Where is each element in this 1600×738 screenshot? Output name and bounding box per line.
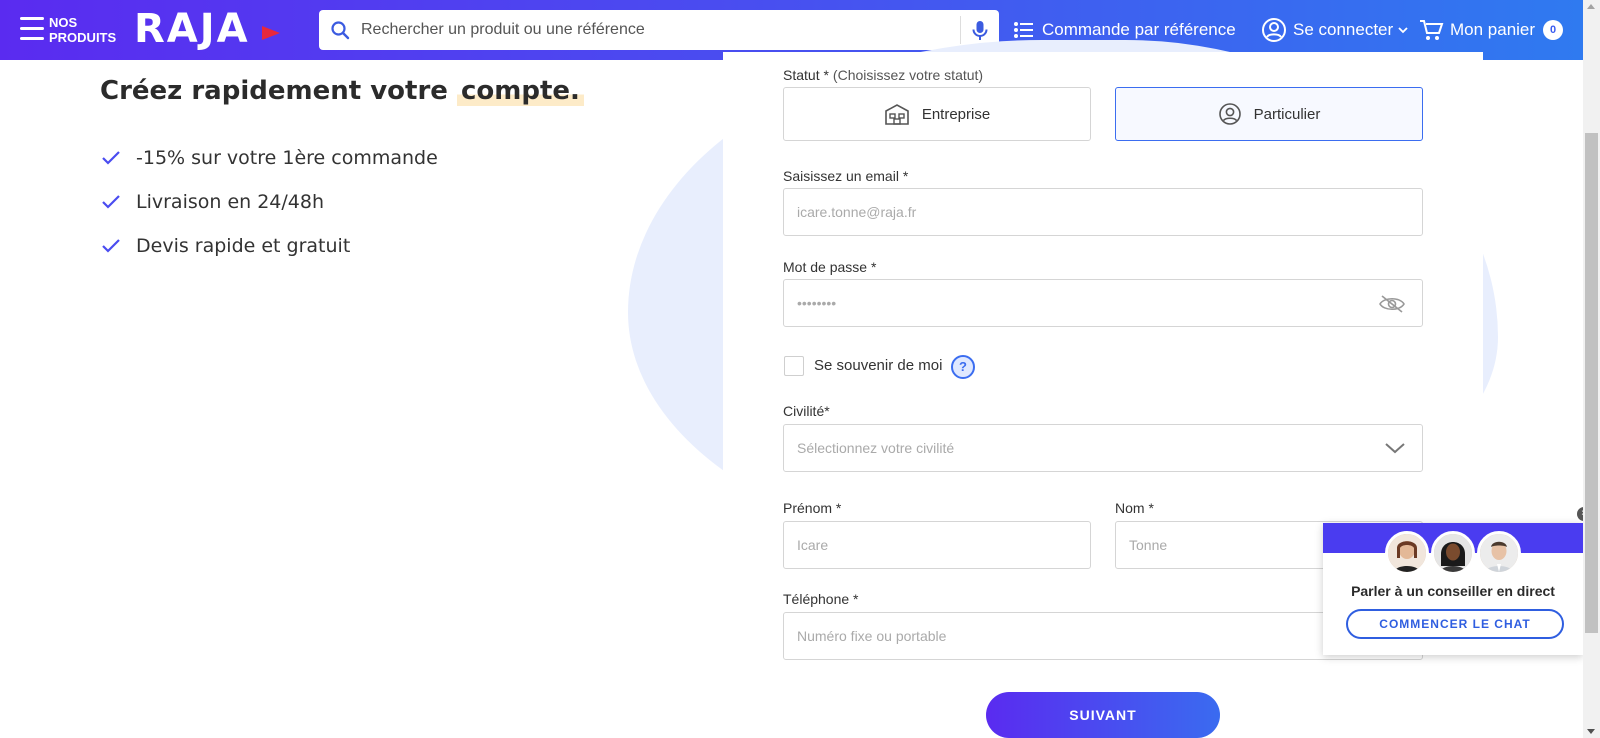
- email-field[interactable]: [784, 189, 1422, 235]
- password-field[interactable]: [784, 280, 1422, 326]
- logo-flag-icon: [262, 26, 280, 40]
- nos-produits-menu[interactable]: NOS PRODUITS: [49, 15, 116, 45]
- cart-icon: [1420, 20, 1444, 40]
- cart-count-badge: 0: [1543, 20, 1564, 40]
- search-divider: [960, 16, 961, 44]
- firstname-label: Prénom *: [783, 500, 842, 516]
- start-chat-button[interactable]: COMMENCER LE CHAT: [1346, 609, 1564, 639]
- chat-title: Parler à un conseiller en direct: [1351, 583, 1555, 599]
- firstname-field-wrapper: [783, 521, 1091, 569]
- search-input[interactable]: [361, 10, 941, 50]
- cart-label: Mon panier: [1450, 20, 1536, 39]
- lastname-label: Nom *: [1115, 500, 1154, 516]
- se-connecter-link[interactable]: Se connecter: [1261, 0, 1409, 60]
- status-particulier-button[interactable]: Particulier: [1115, 87, 1423, 141]
- benefits-list: -15% sur votre 1ère commande Livraison e…: [100, 136, 438, 268]
- check-icon: [102, 239, 120, 253]
- top-header: NOS PRODUITS RAJA Commande par référence…: [0, 0, 1583, 60]
- remember-me-label: Se souvenir de moi: [814, 357, 943, 374]
- benefit-item: Devis rapide et gratuit: [100, 224, 438, 268]
- benefit-text: -15% sur votre 1ère commande: [136, 147, 438, 169]
- raja-logo[interactable]: RAJA: [134, 6, 280, 52]
- search-icon[interactable]: [330, 20, 350, 40]
- page-title: Créez rapidement votre compte.: [100, 76, 584, 106]
- suivant-button[interactable]: SUIVANT: [986, 692, 1220, 738]
- remember-me-checkbox[interactable]: [784, 356, 804, 376]
- user-icon: [1218, 103, 1241, 125]
- benefit-item: Livraison en 24/48h: [100, 180, 438, 224]
- civility-select[interactable]: Sélectionnez votre civilité: [783, 424, 1423, 472]
- live-chat-widget: × Parler à un conseiller en direct COMME…: [1323, 507, 1591, 655]
- chevron-down-icon: [1398, 27, 1408, 34]
- civility-placeholder: Sélectionnez votre civilité: [797, 440, 955, 456]
- benefit-text: Livraison en 24/48h: [136, 191, 325, 213]
- advisor-avatars: [1385, 531, 1523, 575]
- status-label: Statut * (Choisissez votre statut): [783, 67, 983, 83]
- list-icon: [1014, 22, 1033, 38]
- status-label-text: Statut *: [783, 67, 829, 83]
- email-label: Saisissez un email *: [783, 168, 909, 184]
- logo-text: RAJA: [134, 6, 250, 52]
- scroll-down-icon[interactable]: [1587, 729, 1595, 734]
- connect-label: Se connecter: [1293, 20, 1394, 39]
- password-field-wrapper: [783, 279, 1423, 327]
- avatar: [1477, 531, 1521, 575]
- status-particulier-label: Particulier: [1253, 105, 1321, 123]
- benefit-text: Devis rapide et gratuit: [136, 235, 351, 257]
- page: NOS PRODUITS RAJA Commande par référence…: [0, 0, 1600, 738]
- phone-label: Téléphone *: [783, 591, 859, 607]
- email-field-wrapper: [783, 188, 1423, 236]
- headline-highlight: compte.: [456, 76, 584, 106]
- headline-text: Créez rapidement votre: [100, 76, 448, 106]
- avatar: [1385, 531, 1429, 575]
- building-icon: [885, 104, 909, 125]
- status-hint: (Choisissez votre statut): [832, 67, 984, 83]
- check-icon: [102, 195, 120, 209]
- user-icon: [1262, 18, 1286, 42]
- scrollbar-thumb[interactable]: [1585, 133, 1598, 633]
- check-icon: [102, 151, 120, 165]
- commande-label: Commande par référence: [1042, 20, 1236, 39]
- status-entreprise-button[interactable]: Entreprise: [783, 87, 1091, 141]
- chevron-down-icon: [1385, 443, 1405, 454]
- avatar: [1431, 531, 1475, 575]
- help-icon[interactable]: ?: [951, 355, 975, 379]
- scroll-up-icon[interactable]: [1587, 4, 1595, 9]
- mon-panier-link[interactable]: Mon panier 0: [1418, 0, 1564, 60]
- eye-icon[interactable]: [1378, 294, 1406, 314]
- civility-label: Civilité*: [783, 403, 830, 419]
- benefit-item: -15% sur votre 1ère commande: [100, 136, 438, 180]
- status-entreprise-label: Entreprise: [921, 105, 991, 123]
- menu-icon[interactable]: [20, 17, 44, 43]
- produits-label: PRODUITS: [49, 30, 117, 45]
- microphone-icon[interactable]: [968, 18, 992, 42]
- search-bar: [319, 10, 999, 50]
- nos-label: NOS: [49, 15, 78, 30]
- firstname-field[interactable]: [784, 522, 1090, 568]
- password-label: Mot de passe *: [783, 259, 877, 275]
- page-scrollbar[interactable]: [1583, 0, 1600, 738]
